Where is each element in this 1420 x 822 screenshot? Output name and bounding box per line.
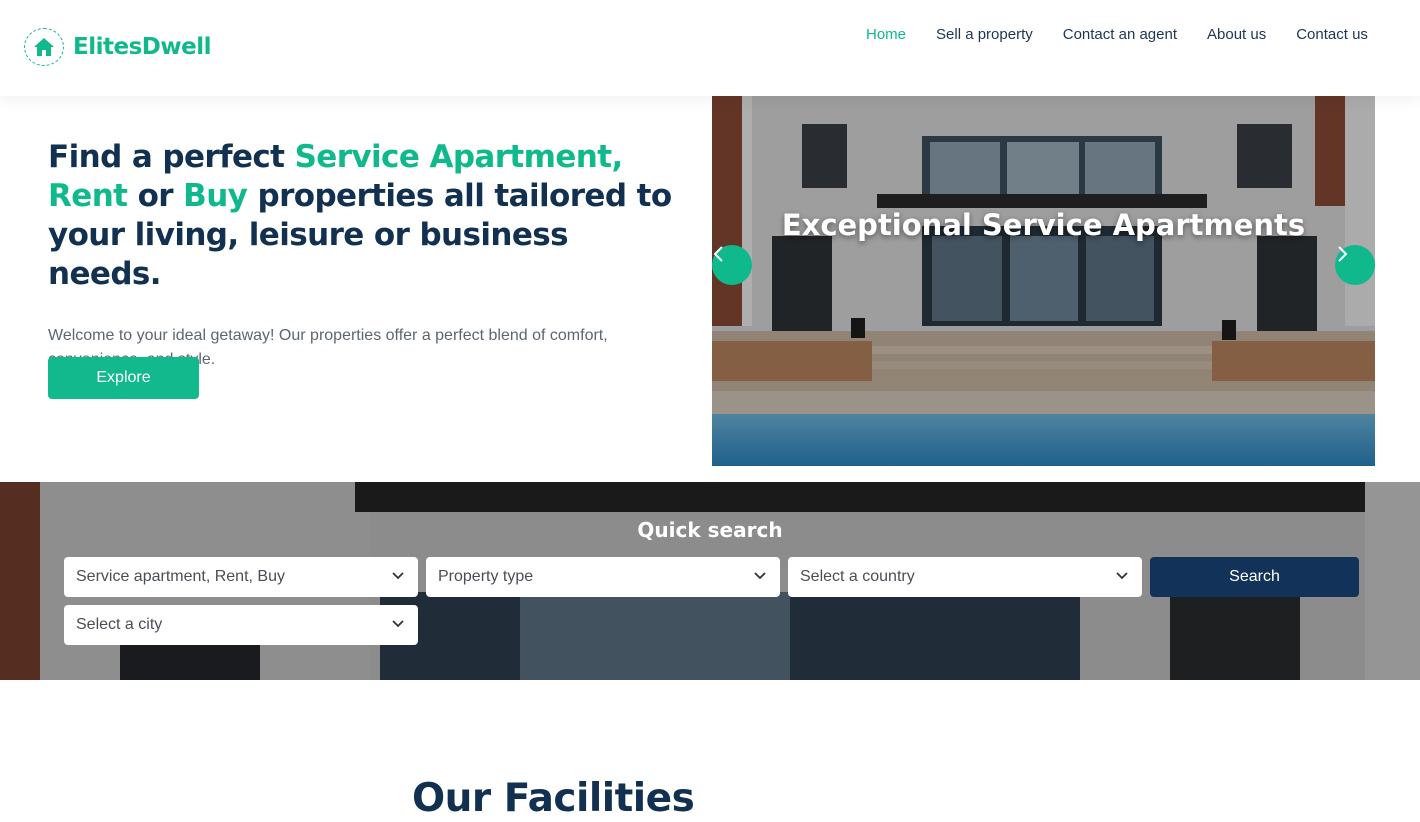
chevron-down-icon [392,620,404,628]
property-type-value: Property type [438,568,534,585]
hero-title-text: or [127,178,184,214]
nav-sell-property[interactable]: Sell a property [936,26,1033,44]
country-value: Select a country [800,568,915,585]
hero-title: Find a perfect Service Apartment, Rent o… [48,138,688,294]
city-value: Select a city [76,616,163,633]
slide-image [712,96,1375,466]
search-button[interactable]: Search [1150,557,1359,597]
hero-section: Find a perfect Service Apartment, Rent o… [48,138,688,399]
quick-search-section: Quick search Service apartment, Rent, Bu… [0,482,1420,680]
brand-name: ElitesDwell [73,34,211,60]
chevron-down-icon [1116,572,1128,580]
property-type-select[interactable]: Property type [426,557,780,597]
chevron-right-icon [1338,246,1348,262]
slide-caption: Exceptional Service Apartments [781,208,1306,242]
chevron-down-icon [754,572,766,580]
logo[interactable]: ElitesDwell [24,28,211,66]
chevron-down-icon [392,572,404,580]
explore-button[interactable]: Explore [48,357,199,399]
listing-type-value: Service apartment, Rent, Buy [76,568,285,585]
nav-contact-us[interactable]: Contact us [1296,26,1368,44]
slider-prev-button[interactable] [712,245,752,285]
hero-title-text: Find a perfect [48,139,295,175]
site-header: ElitesDwell Home Sell a property Contact… [0,0,1420,96]
nav-contact-agent[interactable]: Contact an agent [1063,26,1177,44]
hero-slider[interactable]: Exceptional Service Apartments [712,96,1375,466]
quick-search-title: Quick search [637,518,783,542]
city-select[interactable]: Select a city [64,605,418,645]
home-icon [24,28,64,66]
main-nav: Home Sell a property Contact an agent Ab… [866,26,1398,44]
nav-home[interactable]: Home [866,26,906,44]
country-select[interactable]: Select a country [788,557,1142,597]
facilities-title: Our Facilities [412,776,695,821]
slider-next-button[interactable] [1335,245,1375,285]
nav-about-us[interactable]: About us [1207,26,1266,44]
hero-title-accent: Buy [183,178,248,214]
chevron-left-icon [713,246,723,262]
listing-type-select[interactable]: Service apartment, Rent, Buy [64,557,418,597]
